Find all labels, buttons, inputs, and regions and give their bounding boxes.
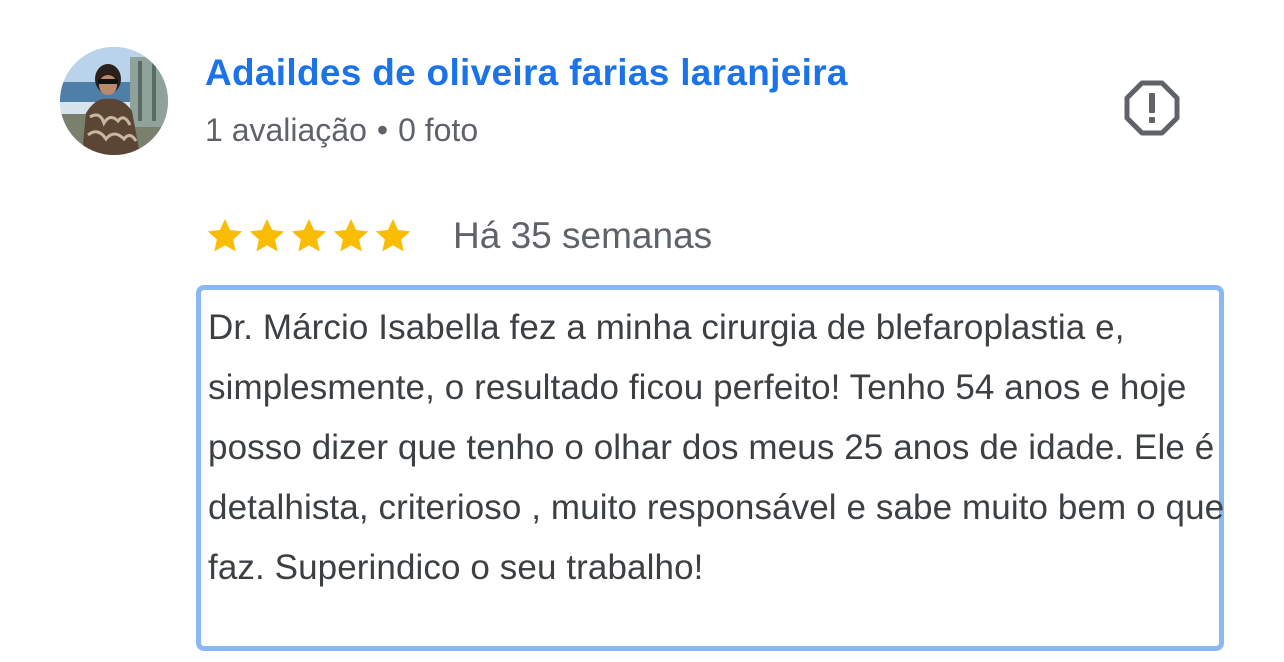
rating-row: Há 35 semanas: [205, 212, 712, 260]
review-text: Dr. Márcio Isabella fez a minha cirurgia…: [208, 308, 1225, 587]
star-icon: [291, 219, 327, 252]
star-icon: [375, 219, 411, 252]
star-icon: [249, 219, 285, 252]
review-text-box[interactable]: Dr. Márcio Isabella fez a minha cirurgia…: [196, 285, 1224, 651]
star-icon: [333, 219, 369, 252]
report-flag-icon: [1124, 80, 1180, 136]
star-rating: [205, 216, 413, 256]
author-photos-count: 0 foto: [398, 112, 479, 148]
report-review-button[interactable]: [1122, 78, 1182, 138]
review-time: Há 35 semanas: [453, 215, 713, 256]
author-name[interactable]: Adaildes de oliveira farias laranjeira: [205, 52, 848, 94]
avatar-photo: [60, 47, 168, 155]
star-icon: [207, 219, 243, 252]
author-meta: 1 avaliação • 0 foto: [205, 112, 478, 149]
meta-separator: •: [376, 112, 389, 148]
author-reviews-count: 1 avaliação: [205, 112, 367, 148]
avatar[interactable]: [60, 47, 168, 155]
